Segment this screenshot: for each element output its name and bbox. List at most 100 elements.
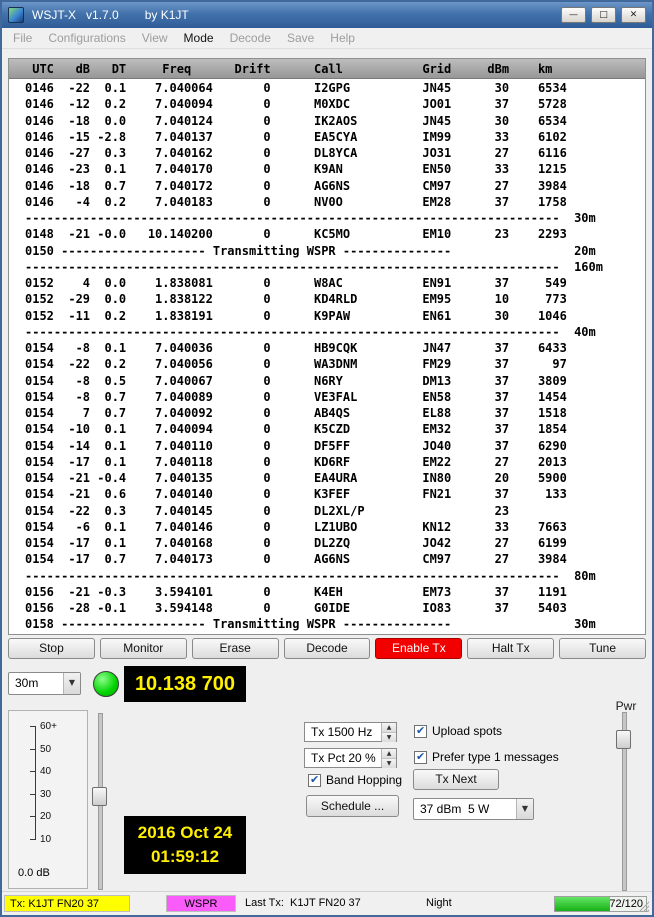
decode-row[interactable]: 0152 -11 0.2 1.838191 0 K9PAW EN61 30 10… (9, 308, 645, 324)
app-icon (8, 7, 24, 23)
menu-configurations[interactable]: Configurations (40, 28, 133, 48)
decode-row[interactable]: 0152 -29 0.0 1.838122 0 KD4RLD EM95 10 7… (9, 291, 645, 307)
decode-row[interactable]: 0156 -21 -0.3 3.594101 0 K4EH EM73 37 11… (9, 584, 645, 600)
band-select-value: 30m (9, 673, 63, 694)
period-label: Night (426, 897, 452, 909)
window-controls: — □ ✕ (561, 7, 646, 23)
checkmark-icon: ✔ (416, 724, 425, 737)
status-bar: Tx: K1JT FN20 37 WSPR Last Tx: K1JT FN20… (2, 891, 652, 915)
mode-badge: WSPR (166, 895, 236, 912)
tx-pct-spinner[interactable]: Tx Pct 20 % ▲ ▼ (304, 748, 397, 768)
status-lamp (93, 671, 119, 697)
band-separator: ----------------------------------------… (9, 210, 645, 226)
tx-freq-spinner[interactable]: Tx 1500 Hz ▲ ▼ (304, 722, 397, 742)
band-activity-table[interactable]: UTC dB DT Freq Drift Call Grid dBm km 01… (8, 58, 646, 635)
erase-button[interactable]: Erase (192, 638, 279, 659)
decode-row[interactable]: 0154 -17 0.7 7.040173 0 AG6NS CM97 27 39… (9, 551, 645, 567)
close-button[interactable]: ✕ (621, 7, 646, 23)
decode-row[interactable]: 0154 -10 0.1 7.040094 0 K5CZD EM32 37 18… (9, 421, 645, 437)
band-hopping-label: Band Hopping (326, 773, 402, 787)
upload-spots-label: Upload spots (432, 724, 502, 738)
decode-row[interactable]: 0154 -6 0.1 7.040146 0 LZ1UBO KN12 33 76… (9, 519, 645, 535)
power-select[interactable]: 37 dBm 5 W ▼ (413, 798, 534, 820)
decode-row[interactable]: 0154 -21 -0.4 7.040135 0 EA4URA IN80 20 … (9, 470, 645, 486)
decode-row[interactable]: 0152 4 0.0 1.838081 0 W8AC EN91 37 549 (9, 275, 645, 291)
tx-progress-bar: 72/120 (554, 896, 647, 912)
chevron-down-icon[interactable]: ▼ (516, 799, 533, 819)
maximize-icon: □ (599, 10, 608, 20)
decode-row[interactable]: 0154 -17 0.1 7.040168 0 DL2ZQ JO42 27 61… (9, 535, 645, 551)
pwr-label: Pwr (608, 699, 644, 713)
decode-row[interactable]: 0146 -18 0.7 7.040172 0 AG6NS CM97 27 39… (9, 178, 645, 194)
menu-help[interactable]: Help (322, 28, 363, 48)
decode-row[interactable]: 0146 -12 0.2 7.040094 0 M0XDC JO01 37 57… (9, 96, 645, 112)
monitor-button[interactable]: Monitor (100, 638, 187, 659)
menubar: FileConfigurationsViewModeDecodeSaveHelp (2, 28, 652, 49)
decode-row[interactable]: 0154 -8 0.7 7.040089 0 VE3FAL EN58 37 14… (9, 389, 645, 405)
checkmark-icon: ✔ (416, 750, 425, 763)
spin-down-icon[interactable]: ▼ (382, 759, 396, 768)
decode-row[interactable]: 0146 -23 0.1 7.040170 0 K9AN EN50 33 121… (9, 161, 645, 177)
minimize-button[interactable]: — (561, 7, 586, 23)
menu-save[interactable]: Save (279, 28, 322, 48)
decode-row[interactable]: 0146 -4 0.2 7.040183 0 NV0O EM28 37 1758 (9, 194, 645, 210)
stop-button[interactable]: Stop (8, 638, 95, 659)
decode-row[interactable]: 0148 -21 -0.0 10.140200 0 KC5MO EM10 23 … (9, 226, 645, 242)
spin-down-icon[interactable]: ▼ (382, 733, 396, 742)
last-tx-label: Last Tx: K1JT FN20 37 (245, 897, 361, 909)
decode-row[interactable]: 0154 -22 0.2 7.040056 0 WA3DNM FM29 37 9… (9, 356, 645, 372)
decode-row[interactable]: 0154 -22 0.3 7.040145 0 DL2XL/P 23 (9, 503, 645, 519)
enable-tx-button[interactable]: Enable Tx (375, 638, 462, 659)
menu-view[interactable]: View (134, 28, 176, 48)
maximize-button[interactable]: □ (591, 7, 616, 23)
meter-readout: 0.0 dB (18, 867, 50, 879)
size-grip[interactable] (637, 900, 649, 912)
tune-button[interactable]: Tune (559, 638, 646, 659)
decode-row[interactable]: 0154 -8 0.5 7.040067 0 N6RY DM13 37 3809 (9, 373, 645, 389)
decode-row[interactable]: 0154 7 0.7 7.040092 0 AB4QS EL88 37 1518 (9, 405, 645, 421)
rx-gain-slider-handle[interactable] (92, 787, 107, 806)
decode-row[interactable]: 0146 -18 0.0 7.040124 0 IK2AOS JN45 30 6… (9, 113, 645, 129)
window-byline: by K1JT (145, 8, 189, 22)
tx-pct-spin-arrows: ▲ ▼ (381, 749, 396, 767)
band-select[interactable]: 30m ▼ (8, 672, 81, 695)
main-button-row: Stop Monitor Erase Decode Enable Tx Halt… (8, 638, 646, 659)
menu-file[interactable]: File (5, 28, 40, 48)
checkmark-icon: ✔ (310, 773, 319, 786)
spin-up-icon[interactable]: ▲ (382, 749, 396, 759)
titlebar: WSJT-X v1.7.0 by K1JT — □ ✕ (2, 2, 652, 28)
upload-spots-checkbox[interactable]: ✔ Upload spots (414, 724, 502, 738)
tx-freq-value: Tx 1500 Hz (305, 723, 381, 741)
meter-scale-label: 60+ (40, 721, 57, 732)
meter-scale-label: 20 (40, 811, 51, 822)
decode-row[interactable]: 0154 -17 0.1 7.040118 0 KD6RF EM22 27 20… (9, 454, 645, 470)
menu-decode[interactable]: Decode (222, 28, 279, 48)
checkbox-box: ✔ (414, 725, 427, 738)
decode-row[interactable]: 0154 -14 0.1 7.040110 0 DF5FF JO40 37 62… (9, 438, 645, 454)
decode-row[interactable]: 0154 -21 0.6 7.040140 0 K3FEF FN21 37 13… (9, 486, 645, 502)
pwr-slider-handle[interactable] (616, 730, 631, 749)
pwr-slider[interactable] (616, 712, 631, 891)
menu-mode[interactable]: Mode (176, 28, 222, 48)
band-separator: ----------------------------------------… (9, 568, 645, 584)
chevron-down-icon[interactable]: ▼ (63, 673, 80, 694)
tx-freq-spin-arrows: ▲ ▼ (381, 723, 396, 741)
prefer-type1-label: Prefer type 1 messages (432, 750, 559, 764)
tx-pct-value: Tx Pct 20 % (305, 749, 381, 767)
meter-scale-label: 30 (40, 789, 51, 800)
decode-row[interactable]: 0146 -27 0.3 7.040162 0 DL8YCA JO31 27 6… (9, 145, 645, 161)
checkbox-box: ✔ (308, 774, 321, 787)
prefer-type1-checkbox[interactable]: ✔ Prefer type 1 messages (414, 750, 559, 764)
halt-tx-button[interactable]: Halt Tx (467, 638, 554, 659)
band-hopping-checkbox[interactable]: ✔ Band Hopping (308, 773, 402, 787)
decode-row[interactable]: 0154 -8 0.1 7.040036 0 HB9CQK JN47 37 64… (9, 340, 645, 356)
spin-up-icon[interactable]: ▲ (382, 723, 396, 733)
schedule-button[interactable]: Schedule ... (306, 795, 399, 817)
decode-button[interactable]: Decode (284, 638, 371, 659)
date-label: 2016 Oct 24 (124, 821, 246, 845)
tx-next-button[interactable]: Tx Next (413, 769, 499, 790)
rx-gain-slider[interactable] (92, 713, 107, 890)
decode-row[interactable]: 0146 -22 0.1 7.040064 0 I2GPG JN45 30 65… (9, 80, 645, 96)
decode-row[interactable]: 0156 -28 -0.1 3.594148 0 G0IDE IO83 37 5… (9, 600, 645, 616)
decode-row[interactable]: 0146 -15 -2.8 7.040137 0 EA5CYA IM99 33 … (9, 129, 645, 145)
